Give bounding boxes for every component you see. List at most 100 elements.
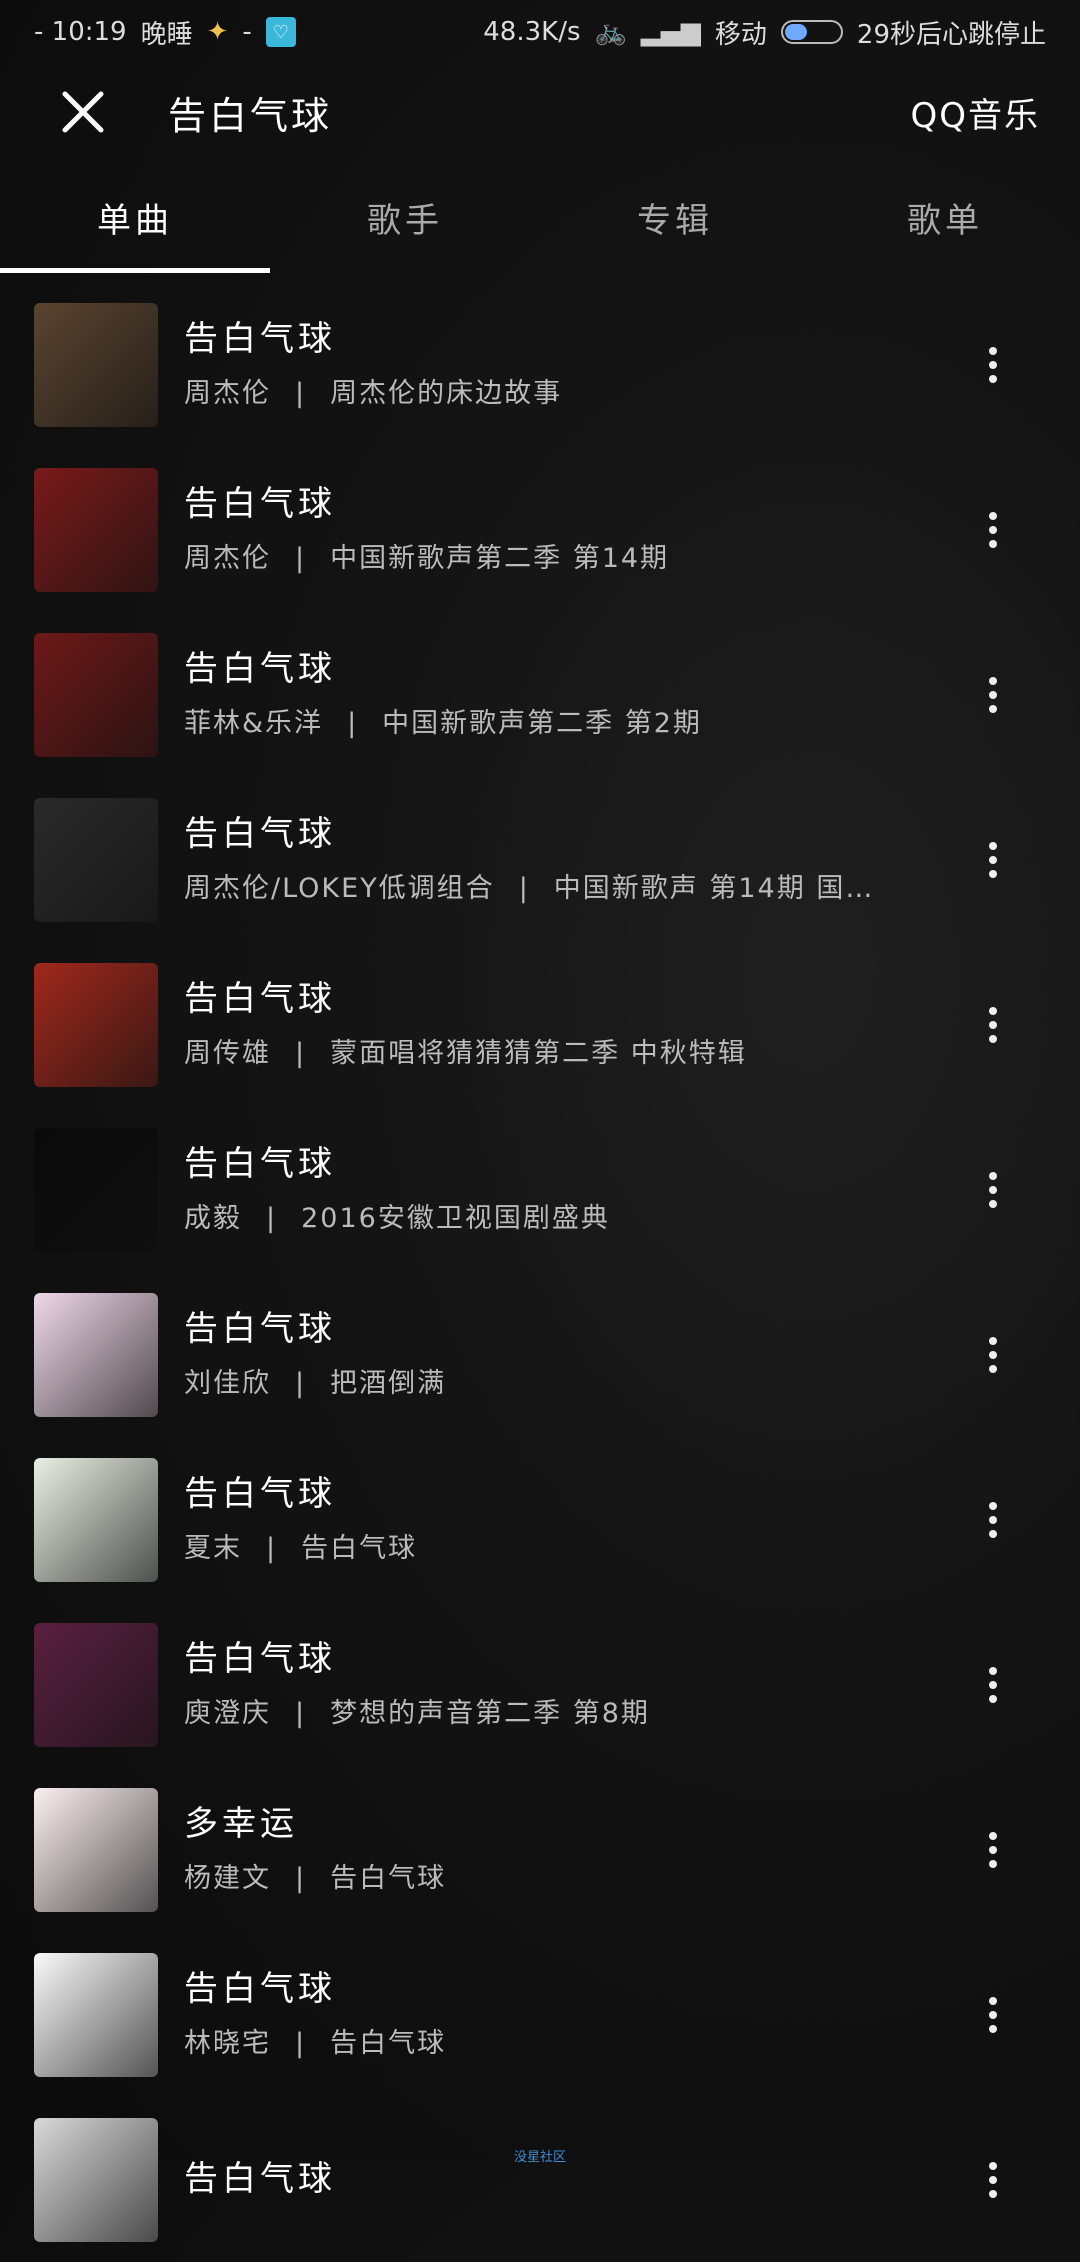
song-subtitle: 周杰伦/LOKEY低调组合 | 中国新歌声 第14期 国… [184,866,914,905]
more-options-button[interactable] [978,1820,1008,1880]
status-time: - 10:19 [34,17,127,47]
more-vertical-icon [989,346,997,383]
tab-playlists[interactable]: 歌单 [810,162,1080,272]
album-cover [34,1952,158,2077]
battery-icon [780,20,843,44]
more-options-button[interactable] [978,1325,1008,1385]
status-app-label: 晚睡 [140,19,193,50]
song-subtitle: 周杰伦 | 周杰伦的床边故事 [184,371,914,410]
song-row[interactable]: 告白气球 菲林&乐洋 | 中国新歌声第二季 第2期 [0,612,1080,777]
song-album: 告白气球 [330,1863,447,1895]
song-row[interactable]: 告白气球 [0,2097,1080,2262]
song-row[interactable]: 告白气球 夏末 | 告白气球 [0,1437,1080,1602]
more-options-button[interactable] [978,500,1008,560]
bicycle-icon: 🚲 [594,17,627,47]
more-vertical-icon [989,1006,997,1043]
more-vertical-icon [989,1171,997,1208]
more-vertical-icon [989,2161,997,2198]
separator: | [295,1038,307,1070]
song-album: 把酒倒满 [330,1368,447,1400]
song-artist: 周传雄 [184,1038,271,1070]
tab-artists[interactable]: 歌手 [270,162,540,272]
more-options-button[interactable] [978,2150,1008,2210]
song-title: 告白气球 [184,813,336,854]
status-bar: - 10:19 晚睡 ✦ - ♡ 48.3K/s 🚲 ▂▄▆ 移动 29秒后心跳… [0,0,1080,64]
song-title: 告白气球 [184,483,336,524]
separator: | [295,1863,307,1895]
song-subtitle: 林晓宅 | 告白气球 [184,2021,914,2060]
song-text: 告白气球 [184,2159,1080,2200]
close-icon [62,91,104,133]
more-vertical-icon [989,676,997,713]
more-options-button[interactable] [978,1655,1008,1715]
song-title: 告白气球 [184,1308,336,1349]
song-artist: 周杰伦 [184,543,271,575]
separator: | [266,1533,278,1565]
song-subtitle: 夏末 | 告白气球 [184,1526,914,1565]
separator: | [295,378,307,410]
song-title: 告白气球 [184,2159,336,2200]
song-text: 多幸运杨建文 | 告白气球 [184,1804,1080,1896]
more-options-button[interactable] [978,830,1008,890]
song-subtitle: 成毅 | 2016安徽卫视国剧盛典 [184,1196,914,1235]
more-vertical-icon [989,841,997,878]
song-title: 告白气球 [184,1473,336,1514]
song-album: 2016安徽卫视国剧盛典 [301,1203,610,1235]
carrier-label: 移动 [714,19,767,50]
song-row[interactable]: 告白气球 林晓宅 | 告白气球 [0,1932,1080,2097]
close-button[interactable] [56,85,110,139]
song-row[interactable]: 告白气球 周传雄 | 蒙面唱将猜猜猜第二季 中秋特辑 [0,942,1080,1107]
status-left: - 10:19 晚睡 ✦ - ♡ [34,14,296,51]
status-dash: - [242,17,252,47]
song-artist: 菲林&乐洋 [184,708,324,740]
tab-albums[interactable]: 专辑 [540,162,810,272]
tab-songs[interactable]: 单曲 [0,162,270,272]
song-subtitle: 周杰伦 | 中国新歌声第二季 第14期 [184,536,914,575]
song-row[interactable]: 告白气球 成毅 | 2016安徽卫视国剧盛典 [0,1107,1080,1272]
more-options-button[interactable] [978,995,1008,1055]
separator: | [295,1698,307,1730]
song-subtitle: 庾澄庆 | 梦想的声音第二季 第8期 [184,1691,914,1730]
search-query-title: 告白气球 [168,93,333,138]
song-subtitle: 刘佳欣 | 把酒倒满 [184,1361,914,1400]
signal-icon: ▂▄▆ [640,17,701,47]
separator: | [295,543,307,575]
song-row[interactable]: 告白气球 周杰伦 | 周杰伦的床边故事 [0,282,1080,447]
album-cover [34,962,158,1087]
more-options-button[interactable] [978,665,1008,725]
more-options-button[interactable] [978,1985,1008,2045]
song-album: 周杰伦的床边故事 [330,378,563,410]
song-row[interactable]: 多幸运杨建文 | 告白气球 [0,1767,1080,1932]
more-options-button[interactable] [978,1160,1008,1220]
song-artist: 周杰伦/LOKEY低调组合 [184,873,495,905]
song-list: 告白气球 周杰伦 | 周杰伦的床边故事 告白气球 周杰伦 | 中国新歌声第二季 第14期 告白气… [0,282,1080,2262]
net-speed: 48.3K/s [483,17,581,47]
active-tab-indicator [0,268,270,273]
separator: | [295,1368,307,1400]
more-options-button[interactable] [978,335,1008,395]
song-row[interactable]: 告白气球 刘佳欣 | 把酒倒满 [0,1272,1080,1437]
song-row[interactable]: 告白气球 周杰伦/LOKEY低调组合 | 中国新歌声 第14期 国… [0,777,1080,942]
more-vertical-icon [989,1501,997,1538]
song-album: 告白气球 [330,2028,447,2060]
more-vertical-icon [989,1996,997,2033]
more-options-button[interactable] [978,1490,1008,1550]
song-subtitle: 杨建文 | 告白气球 [184,1856,914,1895]
song-title: 告白气球 [184,978,336,1019]
separator: | [518,873,530,905]
song-row[interactable]: 告白气球 庾澄庆 | 梦想的声音第二季 第8期 [0,1602,1080,1767]
result-tabs: 单曲 歌手 专辑 歌单 [0,162,1080,272]
song-text: 告白气球周杰伦 | 中国新歌声第二季 第14期 [184,484,1080,576]
song-row[interactable]: 告白气球周杰伦 | 中国新歌声第二季 第14期 [0,447,1080,612]
song-text: 告白气球 周杰伦 | 周杰伦的床边故事 [184,319,1080,411]
song-album: 中国新歌声第二季 第2期 [382,708,702,740]
more-vertical-icon [989,511,997,548]
song-artist: 杨建文 [184,1863,271,1895]
song-title: 多幸运 [184,1803,298,1844]
song-album: 告白气球 [301,1533,418,1565]
song-title: 告白气球 [184,648,336,689]
song-artist: 庾澄庆 [184,1698,271,1730]
song-text: 告白气球 成毅 | 2016安徽卫视国剧盛典 [184,1144,1080,1236]
source-brand-label[interactable]: QQ音乐 [910,88,1040,137]
song-album: 中国新歌声第二季 第14期 [330,543,670,575]
